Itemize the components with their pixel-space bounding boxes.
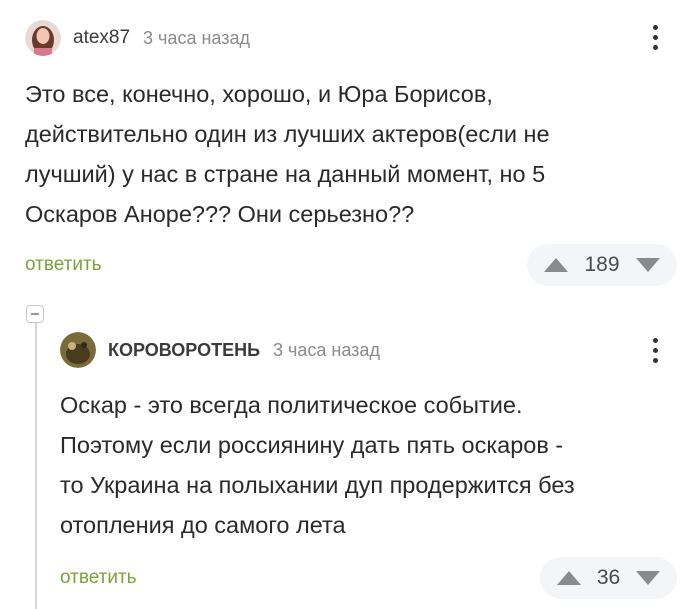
upvote-icon[interactable]	[556, 571, 581, 585]
collapse-thread-icon[interactable]	[26, 305, 44, 323]
upvote-icon[interactable]	[544, 258, 569, 272]
comment-1-header: atex87 3 часа назад	[25, 20, 250, 56]
downvote-icon[interactable]	[636, 571, 661, 585]
downvote-icon[interactable]	[635, 258, 660, 272]
rating-value: 36	[596, 566, 621, 589]
thread-line[interactable]	[35, 322, 37, 609]
comment-line: Это все, конечно, хорошо, и Юра Борисов,	[25, 81, 493, 107]
comment-time: 3 часа назад	[143, 27, 250, 48]
rating-control: 189	[527, 244, 677, 286]
comment-time: 3 часа назад	[273, 339, 380, 360]
comment-1-text: Это все, конечно, хорошо, и Юра Борисов,…	[25, 74, 550, 234]
more-vertical-icon[interactable]	[651, 338, 659, 363]
avatar[interactable]	[25, 20, 61, 56]
comment-2-header: КОРОВОРОТЕНЬ 3 часа назад	[60, 332, 380, 368]
username[interactable]: КОРОВОРОТЕНЬ	[108, 340, 260, 361]
avatar[interactable]	[60, 332, 96, 368]
comment-line: Оскаров Аноре??? Они серьезно??	[25, 201, 415, 227]
reply-button[interactable]: ответить	[60, 567, 137, 589]
comment-line: Оскар - это всегда политическое событие.	[60, 392, 523, 418]
comment-line: Поэтому если россиянину дать пять оскаро…	[60, 432, 564, 458]
reply-button[interactable]: ответить	[25, 254, 102, 276]
comment-line: отопления до самого лета	[60, 512, 346, 538]
comment-2-text: Оскар - это всегда политическое событие.…	[60, 385, 575, 545]
username[interactable]: atex87	[73, 27, 130, 49]
rating-value: 189	[584, 253, 620, 276]
rating-control: 36	[540, 557, 677, 599]
comment-line: действительно один из лучших актеров(есл…	[25, 121, 550, 147]
comment-line: то Украина на полыхании дуп продержится …	[60, 472, 575, 498]
more-vertical-icon[interactable]	[651, 25, 659, 50]
comment-line: лучший) у нас в стране на данный момент,…	[25, 161, 546, 187]
